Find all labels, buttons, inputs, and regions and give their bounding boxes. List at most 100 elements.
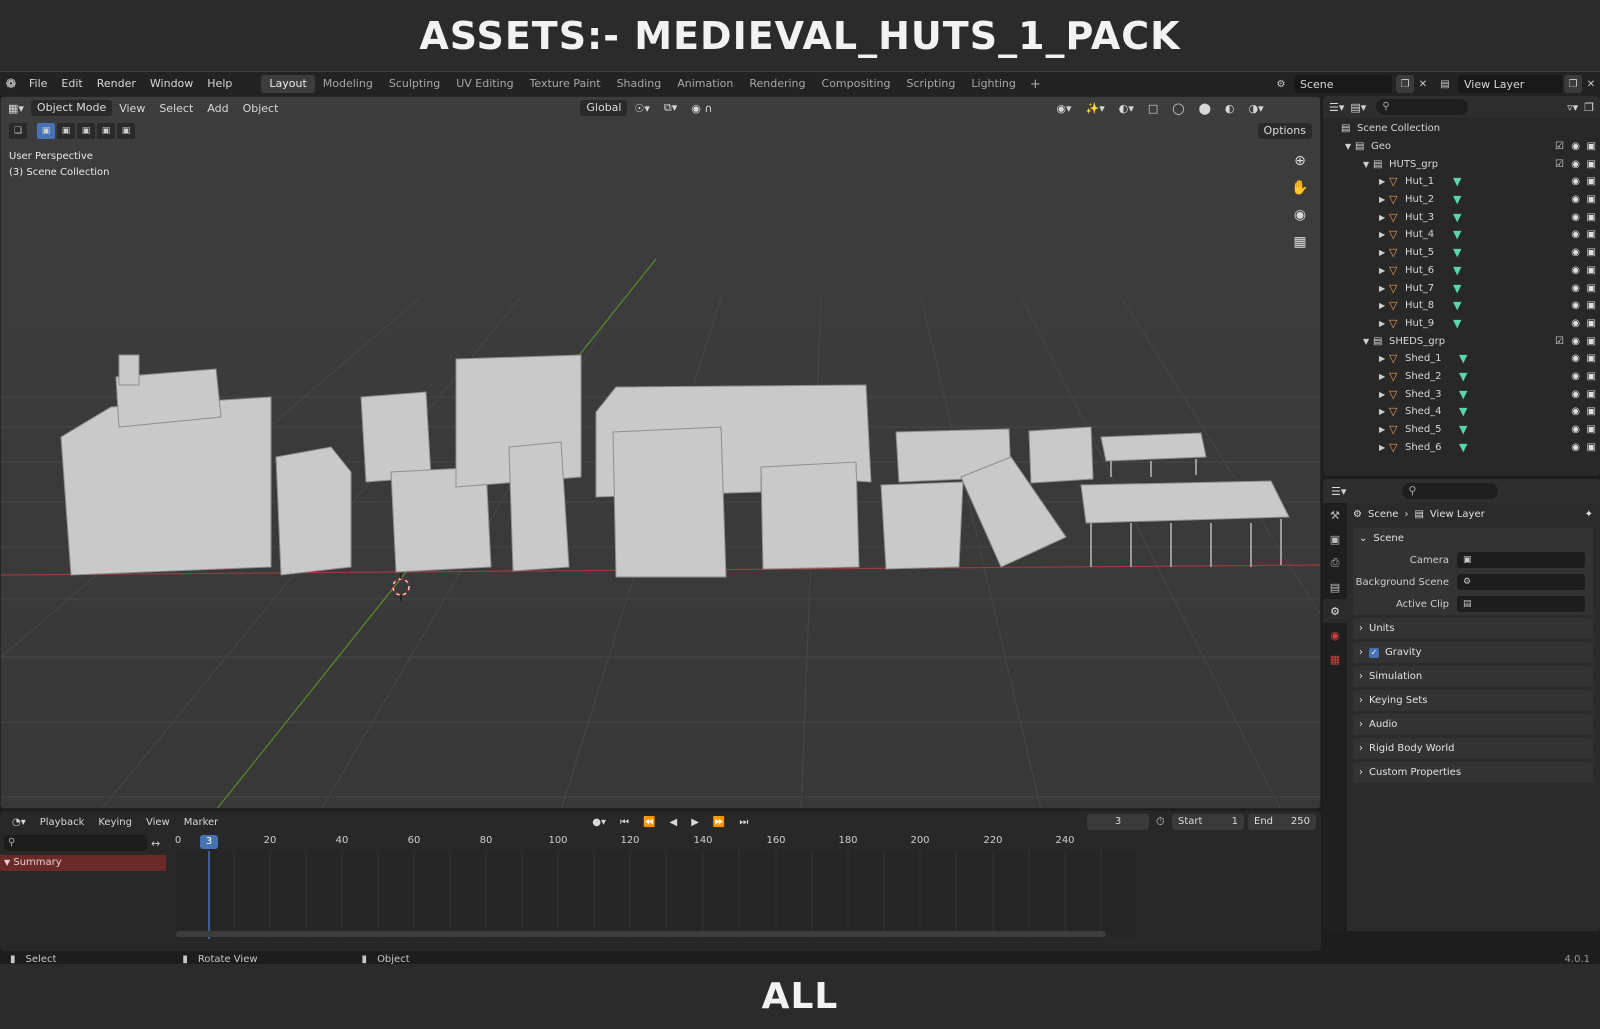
render-camera-icon[interactable]: ▣ <box>1587 229 1596 240</box>
gizmo-toggle-icon[interactable]: ✨▾ <box>1079 102 1112 115</box>
mesh-data-icon[interactable]: ▼ <box>1453 193 1469 206</box>
render-camera-icon[interactable]: ▣ <box>1587 406 1596 417</box>
visibility-eye-icon[interactable]: ◉ <box>1571 212 1580 223</box>
new-scene-icon[interactable]: ❐ <box>1396 75 1414 93</box>
expand-arrow-icon[interactable]: ▶ <box>1379 195 1389 204</box>
play-icon[interactable]: ▶ <box>685 817 705 828</box>
next-keyframe-icon[interactable]: ⏩ <box>707 817 731 828</box>
view-layer-tab-icon[interactable]: ▤ <box>1323 575 1347 599</box>
render-camera-icon[interactable]: ▣ <box>1587 318 1596 329</box>
mesh-data-icon[interactable]: ▼ <box>1453 264 1469 277</box>
stopwatch-icon[interactable]: ⏱ <box>1156 815 1165 829</box>
expand-arrow-icon[interactable]: ▶ <box>1379 248 1389 257</box>
timeline-area[interactable] <box>176 851 1136 939</box>
render-camera-icon[interactable]: ▣ <box>1587 442 1596 453</box>
render-camera-icon[interactable]: ▣ <box>1587 336 1596 347</box>
jump-start-icon[interactable]: ⏮ <box>614 817 635 828</box>
delete-scene-icon[interactable]: ✕ <box>1414 75 1432 93</box>
texture-tab-icon[interactable]: ▦ <box>1323 647 1347 671</box>
outliner-object[interactable]: ▶ ▽ Shed_4 ▼ ◉ ▣ <box>1323 403 1600 421</box>
outliner-object[interactable]: ▶ ▽ Hut_9 ▼ ◉ ▣ <box>1323 315 1600 333</box>
expand-arrow-icon[interactable]: ▶ <box>1379 319 1389 328</box>
timeline-menu-marker[interactable]: Marker <box>178 817 225 828</box>
mesh-data-icon[interactable]: ▼ <box>1459 441 1475 454</box>
object-mode-dropdown[interactable]: Object Mode <box>30 100 113 116</box>
scene-tab-icon[interactable]: ⚙ <box>1323 599 1347 623</box>
render-camera-icon[interactable]: ▣ <box>1587 176 1596 187</box>
visibility-eye-icon[interactable]: ◉ <box>1571 406 1580 417</box>
tab-modeling[interactable]: Modeling <box>315 75 381 93</box>
visibility-eye-icon[interactable]: ◉ <box>1571 442 1580 453</box>
mesh-data-icon[interactable]: ▼ <box>1453 246 1469 259</box>
camera-view-icon[interactable]: ◉ <box>1288 203 1312 227</box>
expand-arrow-icon[interactable]: ▶ <box>1379 213 1389 222</box>
include-checkbox[interactable]: ☑ <box>1555 141 1564 152</box>
expand-arrow-icon[interactable]: ▶ <box>1379 425 1389 434</box>
scene-section-header[interactable]: ⌄ Scene <box>1353 528 1593 549</box>
visibility-eye-icon[interactable]: ◉ <box>1571 300 1580 311</box>
prev-keyframe-icon[interactable]: ⏪ <box>637 817 661 828</box>
render-camera-icon[interactable]: ▣ <box>1587 424 1596 435</box>
expand-arrow-icon[interactable]: ▶ <box>1379 407 1389 416</box>
visibility-eye-icon[interactable]: ◉ <box>1571 176 1580 187</box>
outliner-editor-icon[interactable]: ☰▾ <box>1329 101 1344 114</box>
timeline-menu-playback[interactable]: Playback <box>34 817 91 828</box>
xray-icon[interactable]: □ <box>1141 102 1165 115</box>
jump-end-icon[interactable]: ⏭ <box>733 817 754 828</box>
render-camera-icon[interactable]: ▣ <box>1587 159 1596 170</box>
expand-arrow-icon[interactable]: ▼ <box>1363 160 1373 169</box>
expand-arrow-icon[interactable]: ▶ <box>1379 390 1389 399</box>
render-camera-icon[interactable]: ▣ <box>1587 247 1596 258</box>
new-view-layer-icon[interactable]: ❐ <box>1564 75 1582 93</box>
mesh-data-icon[interactable]: ▼ <box>1459 405 1475 418</box>
tool-tab-icon[interactable]: ⚒ <box>1323 503 1347 527</box>
tab-sculpting[interactable]: Sculpting <box>381 75 448 93</box>
outliner-object[interactable]: ▶ ▽ Hut_4 ▼ ◉ ▣ <box>1323 226 1600 244</box>
select-intersect-icon[interactable]: ▣ <box>117 123 135 139</box>
viewport-menu-view[interactable]: View <box>112 102 152 115</box>
tab-shading[interactable]: Shading <box>609 75 670 93</box>
outliner-object[interactable]: ▶ ▽ Shed_3 ▼ ◉ ▣ <box>1323 385 1600 403</box>
expand-arrow-icon[interactable]: ▶ <box>1379 177 1389 186</box>
proportional-edit-icon[interactable]: ◉ ∩ <box>684 102 719 115</box>
3d-viewport[interactable]: ▦▾ Object Mode View Select Add Object Gl… <box>0 96 1321 809</box>
outliner-search-input[interactable]: ⚲ <box>1376 99 1469 115</box>
expand-arrow-icon[interactable]: ▶ <box>1379 230 1389 239</box>
visibility-eye-icon[interactable]: ◉ <box>1571 283 1580 294</box>
snap-icon[interactable]: ⧉▾ <box>657 101 684 115</box>
render-camera-icon[interactable]: ▣ <box>1587 194 1596 205</box>
expand-arrow-icon[interactable]: ▶ <box>1379 301 1389 310</box>
visibility-eye-icon[interactable]: ◉ <box>1571 159 1580 170</box>
select-invert-icon[interactable]: ▣ <box>97 123 115 139</box>
overlays-icon[interactable]: ◐▾ <box>1112 102 1141 115</box>
viewport-menu-select[interactable]: Select <box>152 102 200 115</box>
outliner-object[interactable]: ▶ ▽ Hut_2 ▼ ◉ ▣ <box>1323 191 1600 209</box>
pan-hand-icon[interactable]: ✋ <box>1288 176 1312 200</box>
expand-arrow-icon[interactable]: ▼ <box>1345 142 1355 151</box>
outliner-object[interactable]: ▶ ▽ Hut_7 ▼ ◉ ▣ <box>1323 279 1600 297</box>
menu-window[interactable]: Window <box>143 72 200 96</box>
visibility-eye-icon[interactable]: ◉ <box>1571 247 1580 258</box>
menu-edit[interactable]: Edit <box>54 72 89 96</box>
timeline-search-input[interactable]: ⚲ <box>4 835 147 851</box>
visibility-icon[interactable]: ◉▾ <box>1049 102 1078 115</box>
active-clip-field[interactable]: ▤ <box>1457 596 1585 612</box>
mesh-data-icon[interactable]: ▼ <box>1459 352 1475 365</box>
world-tab-icon[interactable]: ◉ <box>1323 623 1347 647</box>
pin-icon[interactable]: ✦ <box>1585 509 1593 520</box>
play-reverse-icon[interactable]: ◀ <box>663 817 683 828</box>
tab-animation[interactable]: Animation <box>669 75 741 93</box>
keying-sets-section[interactable]: › Keying Sets <box>1353 690 1593 711</box>
transform-orientation-dropdown[interactable]: Global <box>580 100 628 116</box>
expand-arrow-icon[interactable]: ▶ <box>1379 372 1389 381</box>
mesh-data-icon[interactable]: ▼ <box>1459 370 1475 383</box>
outliner-object[interactable]: ▶ ▽ Shed_1 ▼ ◉ ▣ <box>1323 350 1600 368</box>
include-checkbox[interactable]: ☑ <box>1555 159 1564 170</box>
tab-compositing[interactable]: Compositing <box>814 75 899 93</box>
tab-texture-paint[interactable]: Texture Paint <box>522 75 609 93</box>
units-section[interactable]: › Units <box>1353 618 1593 639</box>
outliner-scene-collection[interactable]: ▤ Scene Collection <box>1323 120 1600 138</box>
render-camera-icon[interactable]: ▣ <box>1587 389 1596 400</box>
mesh-data-icon[interactable]: ▼ <box>1453 228 1469 241</box>
outliner-object[interactable]: ▶ ▽ Hut_1 ▼ ◉ ▣ <box>1323 173 1600 191</box>
